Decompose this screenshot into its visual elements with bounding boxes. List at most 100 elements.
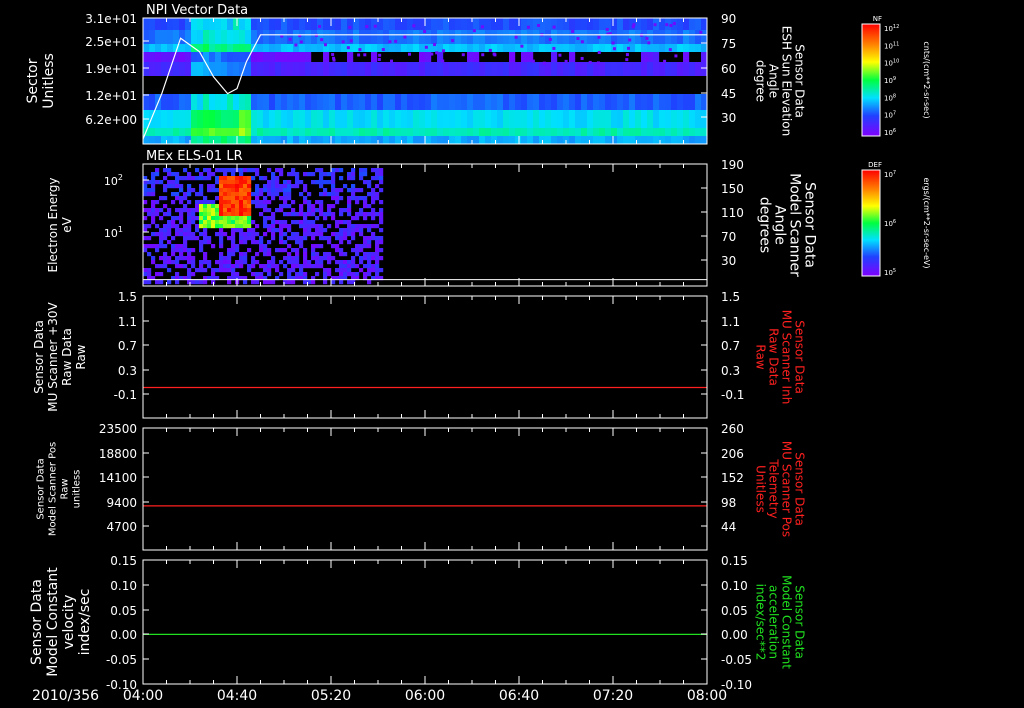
colorbar-nf [861,23,881,137]
colorbar-units: cnts/(cm**2-sr-sec) [922,41,931,118]
right-tick-label: 190 [721,158,744,172]
y-tick-label: 18800 [99,447,137,461]
y-label-line: Raw [60,478,71,499]
time-tick-label: 06:00 [405,688,445,704]
y-tick-label: 1.5 [118,290,137,304]
time-tick-label: 05:20 [311,688,351,704]
y-tick-label: 23500 [99,422,137,436]
right-label-line: Model Constant [779,575,793,669]
right-label-line: degrees [757,197,773,253]
colorbar-def [861,169,881,277]
panel-frame-3 [142,295,708,419]
y-label-line: Electron Energy [46,177,60,272]
right-tick-label: 0.00 [721,628,748,642]
y-label-line: velocity [61,595,77,650]
els-heatmap-cells [143,168,384,285]
right-tick-label: 45 [721,87,736,101]
y-label-line: index/sec [77,589,93,656]
panel-frame-5 [142,559,708,685]
right-axis-label-2: Sensor DataModel ScannerAngledegrees [757,173,818,277]
right-label-line: ESH Sun Elevation [779,26,793,136]
right-tick-label: 0.10 [721,579,748,593]
right-tick-label: -0.05 [721,653,752,667]
y-tick-label: 101 [104,225,123,240]
y-tick-label: 1.1 [118,315,137,329]
colorbar-tick: 109 [884,76,896,85]
y-label-line: Unitless [41,53,57,109]
colorbar-tick: 105 [884,268,896,277]
right-axis-label-3: Sensor DataMU Scanner InhRaw DataRaw [753,310,806,405]
right-tick-label: 150 [721,182,744,196]
right-label-line: Telemetry [766,458,780,518]
right-label-line: Raw Data [766,328,780,386]
colorbar-tick: 1011 [884,41,899,50]
right-tick-label: 60 [721,62,736,76]
y-tick-label: 2.5e+01 [85,35,137,49]
y-tick-label: 0.05 [110,604,137,618]
right-tick-label: -0.1 [721,388,744,402]
right-tick-label: 1.1 [721,315,740,329]
right-label-line: acceleration [766,585,780,659]
right-label-line: Sensor Data [792,320,806,394]
right-tick-label: 260 [721,422,744,436]
y-label-line: Sensor Data [32,320,46,394]
right-tick-label: 30 [721,254,736,268]
right-tick-label: 44 [721,520,736,534]
y-tick-label: 1.2e+01 [85,89,137,103]
right-label-line: Angle [766,64,780,98]
y-axis-label-3: Sensor Data MU Scanner +30V Raw Data Raw [32,302,88,412]
colorbar-tick: 106 [884,128,896,137]
right-tick-label: 70 [721,230,736,244]
colorbar-label: DEF [868,161,882,169]
right-label-line: Raw [753,344,767,369]
y-axis-label-5: Sensor Data Model Constant velocity index/s… [29,567,93,677]
colorbar-tick: 107 [884,170,896,179]
right-label-line: Sensor Data [792,44,806,118]
right-tick-label: 1.5 [721,290,740,304]
right-tick-label: 206 [721,447,744,461]
colorbar-units: ergs/(cm**2-sr-sec-eV) [922,177,931,268]
y-label-line: Sensor Data [36,458,47,519]
colorbar-tick: 106 [884,219,896,228]
time-tick-label: 07:20 [593,688,633,704]
right-tick-label: 0.7 [721,339,740,353]
right-tick-label: 0.05 [721,604,748,618]
right-label-line: MU Scanner Pos [779,441,793,537]
right-label-line: index/sec**2 [753,584,767,661]
y-tick-label: 9400 [106,496,137,510]
y-label-line: Sector [25,58,41,103]
right-tick-label: 110 [721,206,744,220]
y-tick-label: 4700 [106,520,137,534]
y-axis-label-4: Sensor Data Model Scanner Pos Raw unitless [36,442,83,536]
y-axis-label-2: Electron Energy eV [46,177,74,272]
colorbar-tick: 107 [884,111,896,120]
colorbar-tick: 1012 [884,24,899,33]
y-tick-label: 3.1e+01 [85,12,137,26]
right-label-line: Sensor Data [792,452,806,526]
right-axis-label-5: Sensor DataModel Constantaccelerationind… [753,575,806,669]
right-label-line: Unitless [753,465,767,513]
y-tick-label: 102 [104,173,123,188]
date-label: 2010/356 [32,688,99,704]
right-label-line: Model Scanner [787,173,803,277]
y-tick-label: -0.05 [106,653,137,667]
y-label-line: Model Constant [45,567,61,677]
y-tick-label: 0.00 [110,628,137,642]
right-tick-label: 0.3 [721,364,740,378]
y-axis-label-1: Sector Unitless [25,53,57,109]
y-label-line: Model Scanner Pos [48,442,59,536]
npi-heatmap-cells [143,18,708,144]
y-label-line: unitless [72,470,83,509]
right-label-line: degree [753,60,767,102]
time-tick-label: 06:40 [499,688,539,704]
colorbar-tick: 108 [884,93,896,102]
right-label-line: Sensor Data [802,182,818,268]
y-tick-label: 6.2e+00 [85,113,137,127]
right-label-line: Angle [772,205,788,245]
y-label-line: MU Scanner +30V [46,302,60,412]
y-tick-label: -0.1 [114,388,137,402]
y-label-line: Sensor Data [29,579,45,665]
right-label-line: Sensor Data [792,585,806,659]
y-tick-label: 0.10 [110,579,137,593]
y-label-line: Raw Data [60,328,74,386]
